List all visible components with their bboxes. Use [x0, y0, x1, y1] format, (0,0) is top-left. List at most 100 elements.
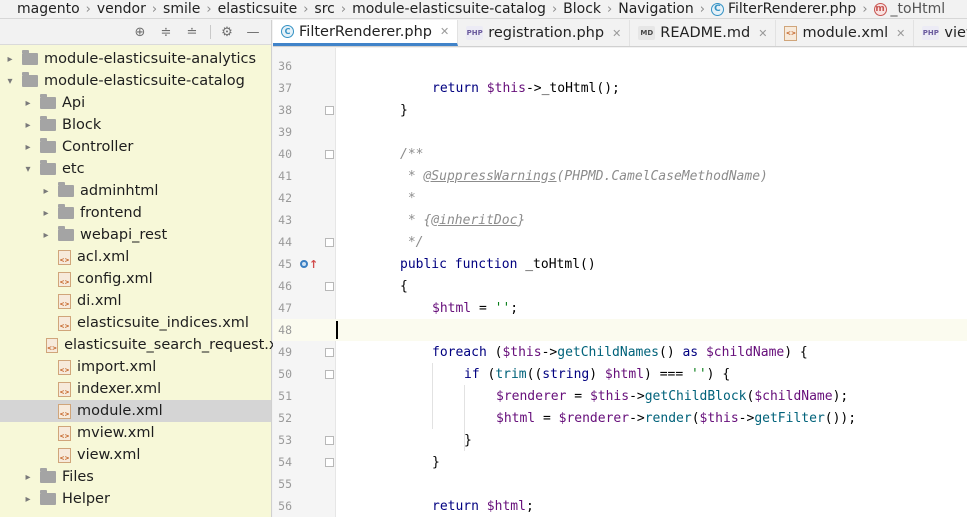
code-line[interactable]: 51 $renderer = $this->getChildBlock($chil…	[273, 385, 967, 407]
fold-marker-icon[interactable]	[325, 237, 334, 247]
fold-marker-icon[interactable]	[325, 435, 334, 445]
breadcrumb-item[interactable]: src	[314, 1, 334, 17]
folder-icon	[40, 116, 56, 131]
gear-icon[interactable]: ⚙	[217, 22, 237, 42]
code-line[interactable]: 48	[273, 319, 967, 341]
editor-tab[interactable]: PHP registration.php ✕	[458, 20, 631, 46]
tree-file-item[interactable]: <> mview.xml	[0, 422, 271, 444]
code-line[interactable]: 46 {	[273, 275, 967, 297]
close-icon[interactable]: ✕	[896, 27, 905, 40]
editor-tab[interactable]: <> module.xml ✕	[776, 20, 915, 46]
code-line[interactable]: 42 *	[273, 187, 967, 209]
breadcrumb-item[interactable]: Navigation	[618, 1, 694, 17]
code-line[interactable]: 36	[273, 55, 967, 77]
code-token: (	[691, 410, 700, 426]
code-token: $this	[486, 80, 526, 96]
breadcrumb-item[interactable]: smile	[163, 1, 200, 17]
tree-file-item[interactable]: <> view.xml	[0, 444, 271, 466]
tree-folder-item[interactable]: ▸ Block	[0, 114, 271, 136]
tree-folder-item[interactable]: ▸ Controller	[0, 136, 271, 158]
tree-folder-item[interactable]: ▸ webapi_rest	[0, 224, 271, 246]
xml-file-icon: <>	[58, 425, 71, 441]
fold-marker-icon[interactable]	[325, 369, 334, 379]
code-line[interactable]: 38}	[273, 99, 967, 121]
code-line[interactable]: 53}	[273, 429, 967, 451]
code-line[interactable]: 50 if (trim((string) $html) === '') {	[273, 363, 967, 385]
chevron-right-icon[interactable]: ▸	[40, 230, 52, 241]
code-editor[interactable]: 36 37 return $this->_toHtml(); 38} 39 40/** 41…	[273, 48, 967, 517]
fold-marker-icon[interactable]	[325, 347, 334, 357]
breadcrumb-item[interactable]: m _toHtml	[873, 1, 945, 17]
tree-folder-item[interactable]: ▾ etc	[0, 158, 271, 180]
close-icon[interactable]: ✕	[758, 27, 767, 40]
editor-tab[interactable]: PHP view.phtm	[914, 20, 967, 46]
chevron-right-icon[interactable]: ▸	[22, 472, 34, 483]
code-line[interactable]: 52 $html = $renderer->render($this->getFi…	[273, 407, 967, 429]
fold-marker-icon[interactable]	[325, 457, 334, 467]
tree-folder-item[interactable]: ▸ module-elasticsuite-analytics	[0, 48, 271, 70]
code-token: _toHtml()	[525, 256, 596, 272]
tree-folder-item[interactable]: ▸ adminhtml	[0, 180, 271, 202]
tree-file-item[interactable]: <> elasticsuite_search_request.x	[0, 334, 278, 356]
code-line[interactable]: 56 return $html;	[273, 495, 967, 517]
editor-tab[interactable]: MD README.md ✕	[630, 20, 777, 46]
fold-marker-icon[interactable]	[325, 105, 334, 115]
tree-file-item[interactable]: <> import.xml	[0, 356, 271, 378]
chevron-right-icon[interactable]: ▸	[40, 186, 52, 197]
chevron-right-icon[interactable]: ▸	[40, 208, 52, 219]
editor-tab[interactable]: C FilterRenderer.php ✕	[273, 20, 459, 46]
code-token: ->	[541, 344, 558, 360]
code-line[interactable]: 55	[273, 473, 967, 495]
code-line[interactable]: 49 foreach ($this->getChildNames() as $ch…	[273, 341, 967, 363]
code-line[interactable]: 44 */	[273, 231, 967, 253]
code-line[interactable]: 54}	[273, 451, 967, 473]
tree-folder-item[interactable]: ▸ Api	[0, 92, 271, 114]
code-line[interactable]: 37 return $this->_toHtml();	[273, 77, 967, 99]
code-line[interactable]: 39	[273, 121, 967, 143]
close-icon[interactable]: ✕	[612, 27, 621, 40]
hide-icon[interactable]: —	[243, 22, 263, 42]
chevron-down-icon[interactable]: ▾	[4, 76, 16, 87]
code-token: * {	[400, 212, 432, 228]
tree-item-label: import.xml	[77, 359, 157, 375]
tab-label: registration.php	[488, 25, 605, 41]
tree-file-item[interactable]: <> di.xml	[0, 290, 271, 312]
fold-marker-icon[interactable]	[325, 281, 334, 291]
code-token: }	[517, 212, 526, 228]
code-line[interactable]: 45 ↑ public function _toHtml()	[273, 253, 967, 275]
close-icon[interactable]: ✕	[440, 25, 449, 38]
implements-method-icon[interactable]: ↑	[300, 258, 318, 271]
chevron-down-icon[interactable]: ▾	[22, 164, 34, 175]
breadcrumb-separator: ›	[340, 1, 347, 17]
tree-folder-item[interactable]: ▾ module-elasticsuite-catalog	[0, 70, 271, 92]
tree-folder-item[interactable]: ▸ frontend	[0, 202, 271, 224]
tree-file-item[interactable]: <> acl.xml	[0, 246, 271, 268]
chevron-right-icon[interactable]: ▸	[22, 120, 34, 131]
tree-folder-item[interactable]: ▸ Helper	[0, 488, 271, 510]
tree-file-item[interactable]: <> config.xml	[0, 268, 271, 290]
tree-file-item[interactable]: <> indexer.xml	[0, 378, 271, 400]
breadcrumb-item[interactable]: vendor	[97, 1, 146, 17]
code-line[interactable]: 43 * {@inheritDoc}	[273, 209, 967, 231]
collapse-all-icon[interactable]: ≐	[182, 22, 202, 42]
tree-file-item[interactable]: <> elasticsuite_indices.xml	[0, 312, 271, 334]
breadcrumb-item[interactable]: Block	[563, 1, 601, 17]
locate-icon[interactable]: ⊕	[130, 22, 150, 42]
chevron-right-icon[interactable]: ▸	[22, 494, 34, 505]
expand-all-icon[interactable]: ≑	[156, 22, 176, 42]
breadcrumb-item[interactable]: C FilterRenderer.php	[710, 1, 856, 17]
fold-marker-icon[interactable]	[325, 149, 334, 159]
breadcrumb-item[interactable]: elasticsuite	[218, 1, 298, 17]
tree-folder-item[interactable]: ▸ Files	[0, 466, 271, 488]
code-line[interactable]: 41 * @SuppressWarnings(PHPMD.CamelCaseMe…	[273, 165, 967, 187]
breadcrumb-label: Block	[563, 1, 602, 17]
breadcrumb-item[interactable]: magento	[17, 1, 80, 17]
chevron-right-icon[interactable]: ▸	[22, 142, 34, 153]
chevron-right-icon[interactable]: ▸	[4, 54, 16, 65]
code-line[interactable]: 40 /**	[273, 143, 967, 165]
breadcrumb-item[interactable]: module-elasticsuite-catalog	[352, 1, 546, 17]
code-line[interactable]: 47 $html = '';	[273, 297, 967, 319]
chevron-right-icon[interactable]: ▸	[22, 98, 34, 109]
override-dot-icon	[300, 260, 308, 268]
tree-file-item[interactable]: <> module.xml	[0, 400, 271, 422]
